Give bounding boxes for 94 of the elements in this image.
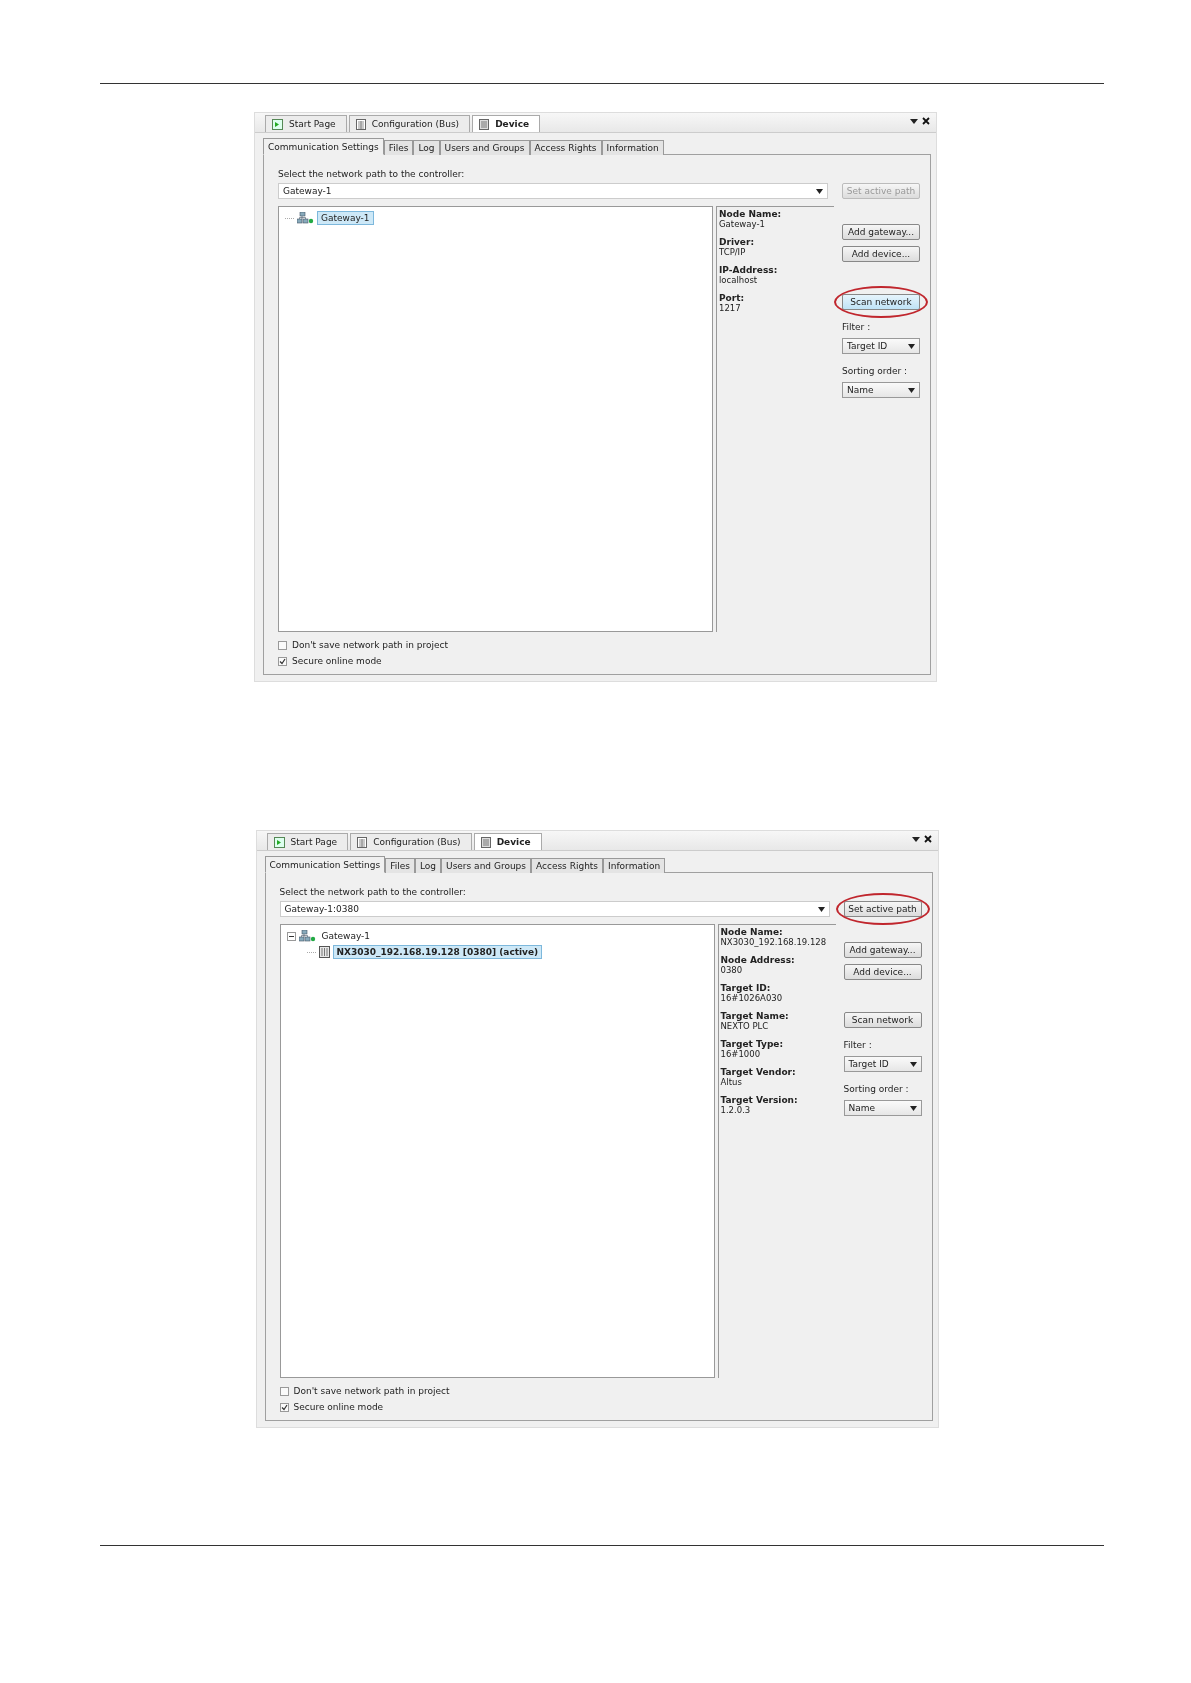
filter-label: Filter :: [842, 322, 871, 332]
detail-label: Target Version:: [720, 1095, 799, 1105]
tab-label: Start Page: [289, 119, 336, 129]
detail-label: Target Name:: [720, 1011, 790, 1021]
detail-value: NX3030_192.168.19.128: [720, 937, 827, 947]
tab[interactable]: Information: [603, 858, 666, 873]
action-button[interactable]: Scan network: [843, 1012, 922, 1028]
sorting-dropdown[interactable]: Name: [842, 382, 920, 398]
tree-item[interactable]: Gateway-1: [317, 211, 374, 225]
caret-icon: [908, 387, 915, 393]
tab-label: Configuration (Bus): [371, 119, 460, 129]
detail-value: Altus: [720, 1077, 742, 1087]
dropdown-icon[interactable]: [910, 117, 918, 125]
detail-value: 0380: [720, 965, 743, 975]
document-tab[interactable]: Device: [473, 833, 542, 850]
tab[interactable]: Communication Settings: [264, 856, 386, 873]
document-tab[interactable]: Configuration (Bus): [348, 115, 471, 132]
tab-label: Device: [495, 119, 530, 129]
set-active-path-button[interactable]: Set active path: [843, 901, 922, 917]
close-icon[interactable]: [923, 835, 932, 843]
detail-value: 16#1026A030: [720, 993, 783, 1003]
tab[interactable]: Files: [385, 858, 415, 873]
detail-value: 16#1000: [720, 1049, 761, 1059]
document-tab[interactable]: Start Page: [265, 115, 347, 132]
tab[interactable]: Access Rights: [531, 858, 604, 873]
tab[interactable]: Users and Groups: [441, 858, 531, 873]
close-icon[interactable]: [922, 117, 930, 125]
sorting-dropdown[interactable]: Name: [843, 1100, 922, 1116]
detail-label: Target Type:: [720, 1039, 785, 1049]
caret-icon: [816, 188, 823, 194]
detail-label: Node Name:: [720, 927, 784, 937]
path-label: Select the network path to the controller:: [279, 887, 467, 897]
caret-icon: [908, 343, 915, 349]
tab[interactable]: Log: [413, 140, 440, 155]
checkbox[interactable]: [278, 640, 287, 650]
detail-label: Target Vendor:: [720, 1067, 797, 1077]
detail-value: NEXTO PLC: [720, 1021, 769, 1031]
detail-label: Node Address:: [720, 955, 796, 965]
action-button[interactable]: Add device...: [843, 964, 922, 980]
detail-value: TCP/IP: [719, 247, 746, 257]
document-tab[interactable]: Start Page: [266, 833, 349, 850]
tab[interactable]: Access Rights: [529, 140, 602, 155]
filter-dropdown[interactable]: Target ID: [843, 1056, 922, 1072]
checkbox[interactable]: [279, 1402, 289, 1412]
checkbox-label: Don't save network path in project: [293, 1386, 450, 1396]
tab-label: Configuration (Bus): [373, 837, 461, 847]
tab-label: Device: [496, 837, 531, 847]
sorting-label: Sorting order :: [843, 1084, 909, 1094]
tab-label: Start Page: [290, 837, 338, 847]
path-dropdown[interactable]: Gateway-1: [278, 183, 828, 199]
filter-label: Filter :: [843, 1040, 872, 1050]
checkbox[interactable]: [278, 656, 287, 666]
path-label: Select the network path to the controller:: [278, 169, 466, 179]
checkbox-label: Secure online mode: [292, 656, 382, 666]
collapse-icon[interactable]: [286, 931, 296, 941]
network-icon: [297, 212, 314, 224]
tab[interactable]: Communication Settings: [263, 138, 384, 155]
detail-value: 1217: [719, 303, 741, 313]
device-icon: [480, 836, 491, 848]
grid-icon: [355, 118, 366, 130]
checkbox-label: Don't save network path in project: [292, 640, 448, 650]
caret-icon: [817, 906, 825, 912]
action-button[interactable]: Add gateway...: [842, 224, 920, 240]
action-button[interactable]: Scan network: [842, 294, 920, 310]
caret-icon: [909, 1105, 917, 1111]
device-icon: [479, 118, 490, 130]
detail-label: Driver:: [719, 237, 755, 247]
action-button[interactable]: Add device...: [842, 246, 920, 262]
detail-label: Target ID:: [720, 983, 772, 993]
detail-value: 1.2.0.3: [720, 1105, 751, 1115]
tree-item[interactable]: Gateway-1: [318, 930, 374, 942]
tab[interactable]: Information: [601, 140, 664, 155]
detail-value: localhost: [719, 275, 758, 285]
checkbox-label: Secure online mode: [293, 1402, 384, 1412]
grid-icon: [357, 836, 368, 848]
sorting-label: Sorting order :: [842, 366, 908, 376]
checkbox[interactable]: [279, 1386, 289, 1396]
tab[interactable]: Log: [414, 858, 442, 873]
document-tab[interactable]: Configuration (Bus): [350, 833, 472, 850]
detail-label: Node Name:: [719, 209, 783, 219]
tab[interactable]: Users and Groups: [439, 140, 530, 155]
device-icon: [318, 946, 330, 958]
detail-value: Gateway-1: [719, 219, 765, 229]
tab[interactable]: Files: [383, 140, 414, 155]
network-icon: [298, 930, 316, 942]
document-tab[interactable]: Device: [472, 115, 541, 132]
dropdown-icon[interactable]: [911, 835, 920, 843]
filter-dropdown[interactable]: Target ID: [842, 338, 920, 354]
path-dropdown[interactable]: Gateway-1:0380: [279, 901, 830, 917]
detail-label: Port:: [719, 293, 746, 303]
caret-icon: [909, 1061, 917, 1067]
detail-label: IP-Address:: [719, 265, 779, 275]
tree-item[interactable]: NX3030_192.168.19.128 [0380] (active): [332, 945, 543, 959]
action-button[interactable]: Add gateway...: [843, 942, 922, 958]
